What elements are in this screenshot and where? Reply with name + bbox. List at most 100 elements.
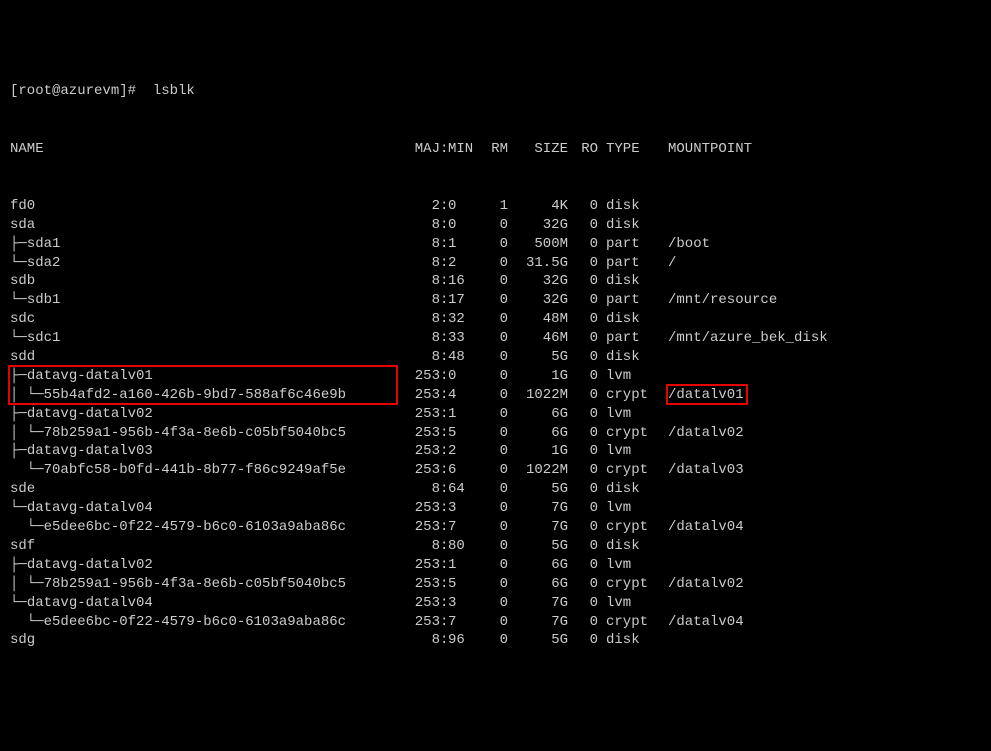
rm: 0	[478, 442, 508, 461]
min: 6	[448, 461, 478, 480]
maj: 8	[400, 254, 440, 273]
min: 0	[448, 367, 478, 386]
colon: :	[440, 310, 448, 329]
device-name: └─sdb1	[10, 291, 400, 310]
min: 0	[448, 216, 478, 235]
rm: 0	[478, 556, 508, 575]
min: 3	[448, 594, 478, 613]
device-name: └─datavg-datalv04	[10, 499, 400, 518]
lsblk-row: sdc8:32048M0disk	[10, 310, 981, 329]
rm: 0	[478, 216, 508, 235]
header-colon: :	[440, 140, 448, 159]
maj: 8	[400, 235, 440, 254]
rm: 0	[478, 594, 508, 613]
colon: :	[440, 442, 448, 461]
min: 3	[448, 499, 478, 518]
size: 7G	[508, 594, 568, 613]
device-label: sda2	[27, 255, 61, 271]
ro: 0	[568, 405, 598, 424]
device-label: sdg	[10, 632, 35, 648]
rm: 0	[478, 518, 508, 537]
size: 46M	[508, 329, 568, 348]
min: 5	[448, 424, 478, 443]
tree-prefix: ├─	[10, 368, 27, 384]
type: part	[598, 235, 658, 254]
device-label: e5dee6bc-0f22-4579-b6c0-6103a9aba86c	[44, 519, 346, 535]
device-name: │ └─78b259a1-956b-4f3a-8e6b-c05bf5040bc5	[10, 424, 400, 443]
maj: 8	[400, 631, 440, 650]
lsblk-row: │ └─78b259a1-956b-4f3a-8e6b-c05bf5040bc5…	[10, 575, 981, 594]
lsblk-row: └─sdb18:17032G0part/mnt/resource	[10, 291, 981, 310]
tree-prefix: └─	[10, 255, 27, 271]
mountpoint	[658, 348, 981, 367]
size: 5G	[508, 631, 568, 650]
device-label: datavg-datalv04	[27, 500, 153, 516]
ro: 0	[568, 329, 598, 348]
type: crypt	[598, 386, 658, 405]
type: part	[598, 254, 658, 273]
type: disk	[598, 631, 658, 650]
min: 7	[448, 613, 478, 632]
mountpoint: /mnt/azure_bek_disk	[658, 329, 981, 348]
device-label: sdc1	[27, 330, 61, 346]
device-label: datavg-datalv03	[27, 443, 153, 459]
rm: 0	[478, 499, 508, 518]
lsblk-row: ├─datavg-datalv01253:001G0lvm	[10, 367, 981, 386]
ro: 0	[568, 442, 598, 461]
device-label: datavg-datalv02	[27, 557, 153, 573]
type: part	[598, 329, 658, 348]
lsblk-rows: fd02:014K0disksda8:0032G0disk├─sda18:105…	[10, 197, 981, 650]
maj: 8	[400, 310, 440, 329]
size: 4K	[508, 197, 568, 216]
ro: 0	[568, 480, 598, 499]
min: 48	[448, 348, 478, 367]
min: 1	[448, 405, 478, 424]
device-name: ├─datavg-datalv03	[10, 442, 400, 461]
tree-prefix: │ └─	[10, 576, 44, 592]
type: disk	[598, 310, 658, 329]
type: disk	[598, 197, 658, 216]
device-label: datavg-datalv02	[27, 406, 153, 422]
size: 7G	[508, 499, 568, 518]
device-name: sdc	[10, 310, 400, 329]
device-label: fd0	[10, 198, 35, 214]
type: disk	[598, 537, 658, 556]
ro: 0	[568, 499, 598, 518]
device-label: 78b259a1-956b-4f3a-8e6b-c05bf5040bc5	[44, 425, 346, 441]
maj: 253	[400, 556, 440, 575]
size: 32G	[508, 272, 568, 291]
ro: 0	[568, 613, 598, 632]
lsblk-header: NAME MAJ : MIN RM SIZE RO TYPE MOUNTPOIN…	[10, 140, 981, 159]
maj: 253	[400, 424, 440, 443]
rm: 1	[478, 197, 508, 216]
ro: 0	[568, 518, 598, 537]
maj: 253	[400, 442, 440, 461]
size: 6G	[508, 405, 568, 424]
maj: 8	[400, 216, 440, 235]
colon: :	[440, 291, 448, 310]
mountpoint: /datalv02	[658, 575, 981, 594]
min: 7	[448, 518, 478, 537]
colon: :	[440, 499, 448, 518]
min: 16	[448, 272, 478, 291]
size: 500M	[508, 235, 568, 254]
type: disk	[598, 480, 658, 499]
size: 1G	[508, 442, 568, 461]
lsblk-row: └─e5dee6bc-0f22-4579-b6c0-6103a9aba86c25…	[10, 613, 981, 632]
size: 31.5G	[508, 254, 568, 273]
mountpoint	[658, 480, 981, 499]
lsblk-row: fd02:014K0disk	[10, 197, 981, 216]
type: disk	[598, 272, 658, 291]
colon: :	[440, 405, 448, 424]
rm: 0	[478, 424, 508, 443]
size: 5G	[508, 537, 568, 556]
type: part	[598, 291, 658, 310]
lsblk-row: sdd8:4805G0disk	[10, 348, 981, 367]
colon: :	[440, 575, 448, 594]
mountpoint	[658, 537, 981, 556]
size: 32G	[508, 291, 568, 310]
rm: 0	[478, 461, 508, 480]
size: 6G	[508, 556, 568, 575]
rm: 0	[478, 348, 508, 367]
type: lvm	[598, 405, 658, 424]
